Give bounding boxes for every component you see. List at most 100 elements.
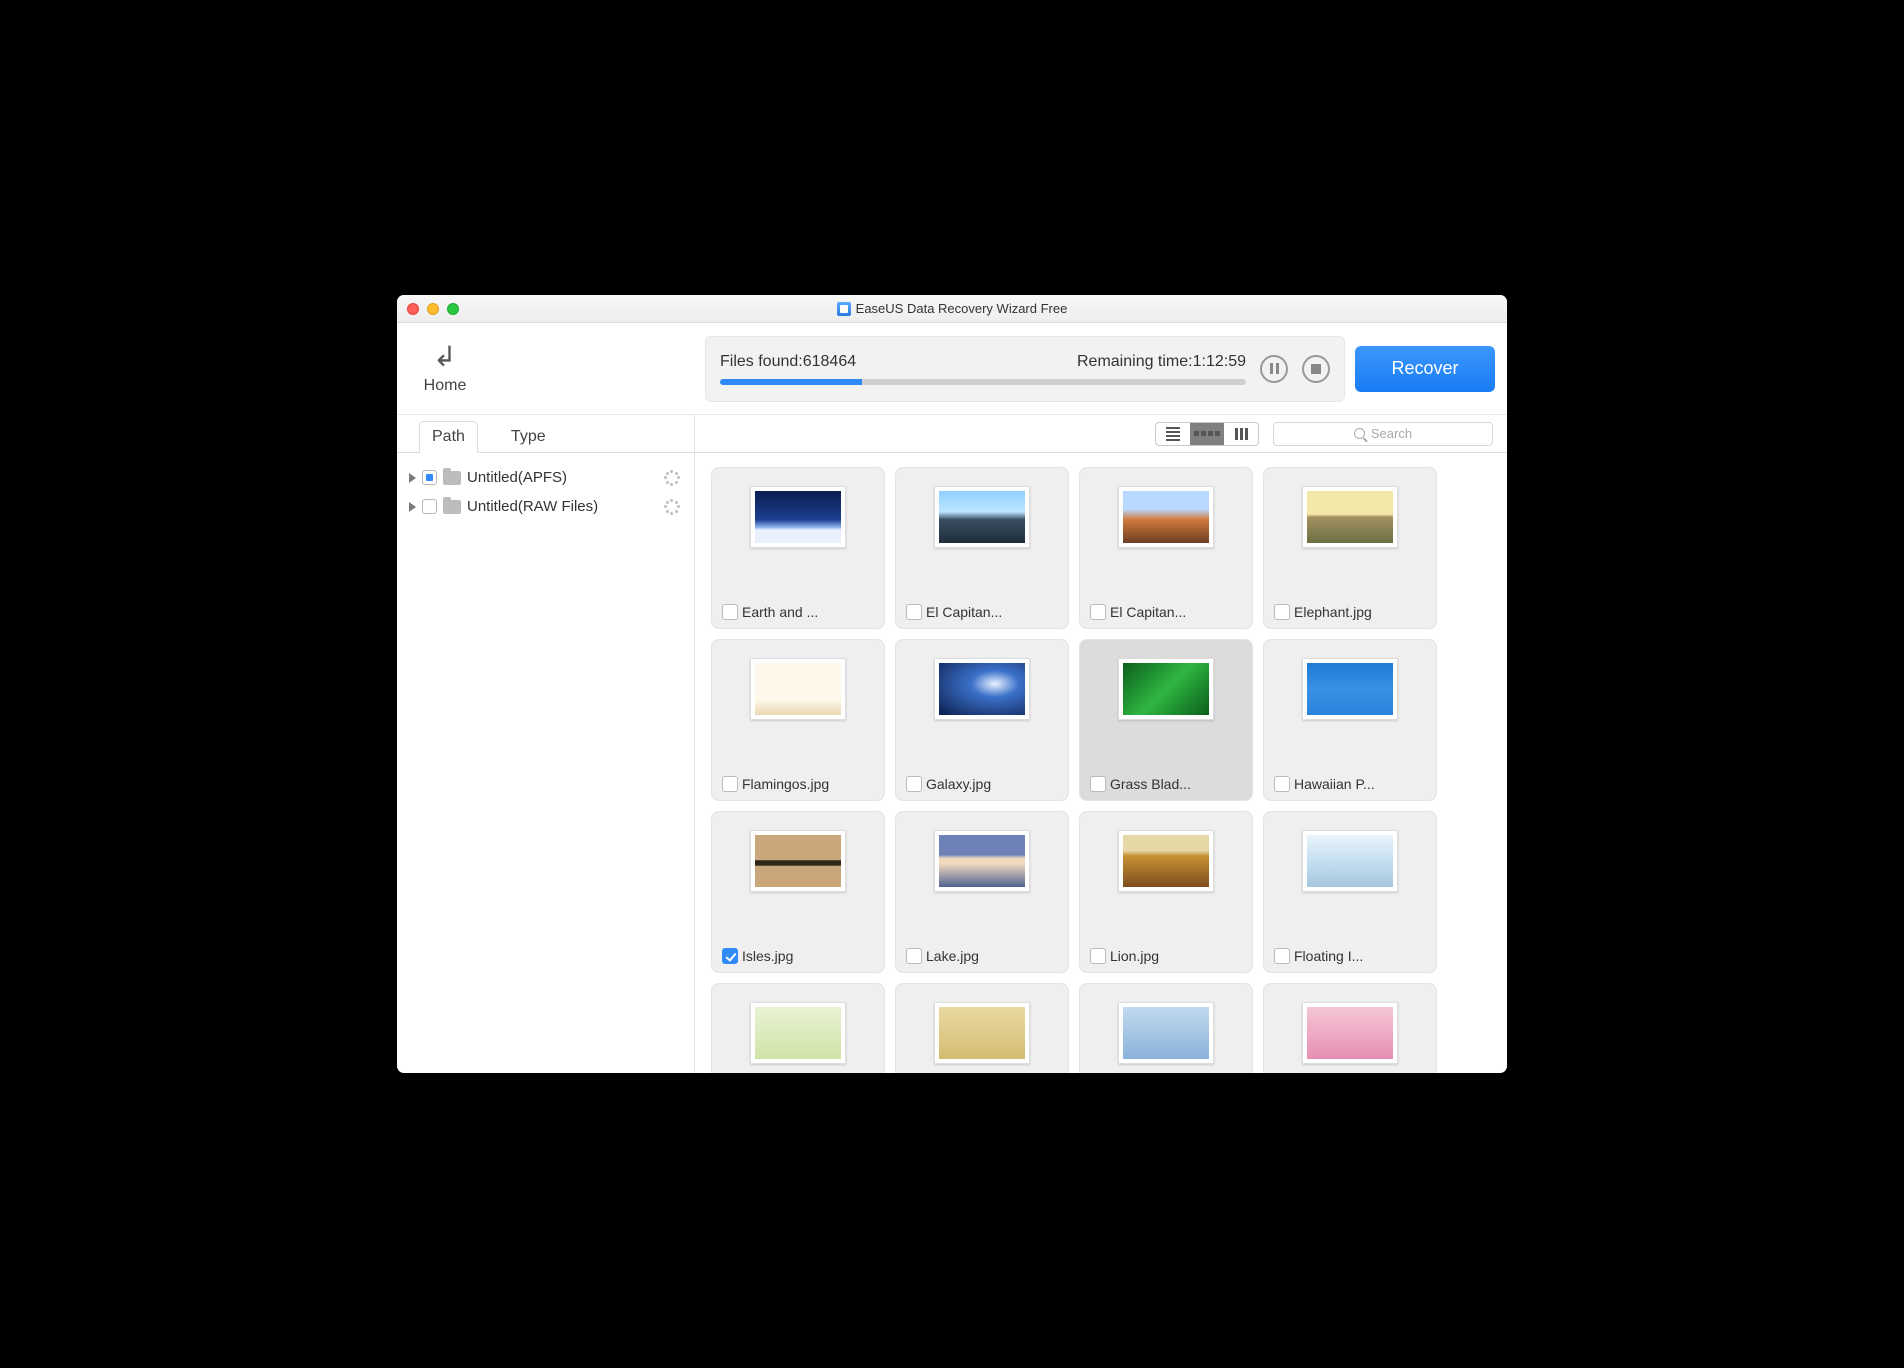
thumbnail-frame (750, 1002, 846, 1064)
file-card[interactable]: Floating I... (1263, 811, 1437, 973)
file-checkbox[interactable] (1274, 776, 1290, 792)
thumbnail-grid: Earth and ...El Capitan...El Capitan...E… (711, 467, 1491, 1073)
recover-button[interactable]: Recover (1355, 346, 1495, 392)
file-checkbox[interactable] (722, 948, 738, 964)
back-arrow-icon: ↳ (433, 343, 456, 371)
tree-checkbox[interactable] (422, 499, 437, 514)
file-card[interactable]: Galaxy.jpg (895, 639, 1069, 801)
file-label: Galaxy.jpg (926, 776, 991, 792)
view-columns-button[interactable] (1224, 423, 1258, 445)
tree-item[interactable]: Untitled(RAW Files) (407, 492, 684, 521)
view-toggle (1155, 422, 1259, 446)
tree-item[interactable]: Untitled(APFS) (407, 463, 684, 492)
file-label: Lion.jpg (1110, 948, 1159, 964)
list-icon (1156, 427, 1190, 441)
file-card[interactable] (1263, 983, 1437, 1073)
tree-checkbox[interactable] (422, 470, 437, 485)
toolbar: Search (695, 415, 1507, 453)
app-icon (837, 302, 851, 316)
file-checkbox[interactable] (906, 776, 922, 792)
thumbnail-image (1123, 663, 1209, 715)
file-card[interactable]: Grass Blad... (1079, 639, 1253, 801)
file-card[interactable] (1079, 983, 1253, 1073)
file-checkbox[interactable] (1274, 604, 1290, 620)
file-card[interactable] (711, 983, 885, 1073)
thumbnail-image (939, 663, 1025, 715)
thumbnail-frame (1118, 486, 1214, 548)
thumbnail-image (1307, 1007, 1393, 1059)
thumbnail-image (939, 491, 1025, 543)
folder-icon (443, 471, 461, 485)
progress-bar (720, 379, 1246, 385)
home-button[interactable]: ↳ Home (405, 343, 485, 395)
thumbnail-frame (934, 658, 1030, 720)
file-tree: Untitled(APFS) Untitled(RAW Files) (397, 453, 694, 531)
thumbnail-frame (1302, 658, 1398, 720)
file-checkbox[interactable] (1090, 604, 1106, 620)
thumbnail-frame (934, 486, 1030, 548)
file-checkbox[interactable] (1274, 948, 1290, 964)
scan-progress-panel: Files found:618464 Remaining time:1:12:5… (705, 336, 1345, 402)
file-label: El Capitan... (926, 604, 1002, 620)
stop-button[interactable] (1302, 355, 1330, 383)
view-list-button[interactable] (1156, 423, 1190, 445)
pause-button[interactable] (1260, 355, 1288, 383)
file-label: Floating I... (1294, 948, 1363, 964)
file-card[interactable]: Lion.jpg (1079, 811, 1253, 973)
thumbnail-frame (934, 830, 1030, 892)
file-checkbox[interactable] (722, 776, 738, 792)
disclosure-icon (409, 473, 416, 483)
thumbnail-image (755, 835, 841, 887)
search-input[interactable]: Search (1273, 422, 1493, 446)
file-label: Hawaiian P... (1294, 776, 1375, 792)
file-checkbox[interactable] (722, 604, 738, 620)
pause-icon (1270, 363, 1279, 374)
disclosure-icon (409, 502, 416, 512)
thumbnail-image (1307, 663, 1393, 715)
file-label: Grass Blad... (1110, 776, 1191, 792)
thumbnail-image (939, 835, 1025, 887)
thumbnail-image (1307, 835, 1393, 887)
file-card[interactable]: Hawaiian P... (1263, 639, 1437, 801)
thumbnail-frame (1302, 830, 1398, 892)
grid-area[interactable]: Earth and ...El Capitan...El Capitan...E… (695, 453, 1507, 1073)
file-label: Isles.jpg (742, 948, 793, 964)
file-label: Earth and ... (742, 604, 818, 620)
progress-fill (720, 379, 862, 385)
thumbnail-image (755, 663, 841, 715)
file-card[interactable] (895, 983, 1069, 1073)
file-checkbox[interactable] (1090, 776, 1106, 792)
window-title: EaseUS Data Recovery Wizard Free (397, 301, 1507, 316)
thumbnail-frame (1302, 1002, 1398, 1064)
content: Path Type Untitled(APFS) Untitled(RAW Fil… (397, 415, 1507, 1073)
tab-path[interactable]: Path (419, 421, 478, 453)
file-checkbox[interactable] (1090, 948, 1106, 964)
thumbnail-frame (750, 486, 846, 548)
sidebar: Path Type Untitled(APFS) Untitled(RAW Fil… (397, 415, 695, 1073)
file-card[interactable]: El Capitan... (895, 467, 1069, 629)
file-checkbox[interactable] (906, 604, 922, 620)
file-card[interactable]: Lake.jpg (895, 811, 1069, 973)
folder-icon (443, 500, 461, 514)
app-window: EaseUS Data Recovery Wizard Free ↳ Home … (397, 295, 1507, 1073)
thumbnail-image (939, 1007, 1025, 1059)
file-card[interactable]: El Capitan... (1079, 467, 1253, 629)
main: Search Earth and ... El Capitan... El Capi… (695, 415, 1507, 1073)
view-grid-button[interactable] (1190, 423, 1224, 445)
search-placeholder: Search (1371, 426, 1412, 441)
home-label: Home (405, 377, 485, 395)
file-card[interactable]: Earth and ... (711, 467, 885, 629)
tree-item-label: Untitled(APFS) (467, 469, 567, 486)
file-checkbox[interactable] (906, 948, 922, 964)
thumbnail-image (1307, 491, 1393, 543)
thumbnail-frame (934, 1002, 1030, 1064)
remaining-time: Remaining time:1:12:59 (1077, 353, 1246, 371)
file-card[interactable]: Elephant.jpg (1263, 467, 1437, 629)
topbar: ↳ Home Files found:618464 Remaining time… (397, 323, 1507, 415)
file-card[interactable]: Flamingos.jpg (711, 639, 885, 801)
titlebar: EaseUS Data Recovery Wizard Free (397, 295, 1507, 323)
file-card[interactable]: Isles.jpg (711, 811, 885, 973)
thumbnail-frame (1118, 658, 1214, 720)
thumbnail-image (755, 1007, 841, 1059)
tab-type[interactable]: Type (498, 421, 559, 453)
